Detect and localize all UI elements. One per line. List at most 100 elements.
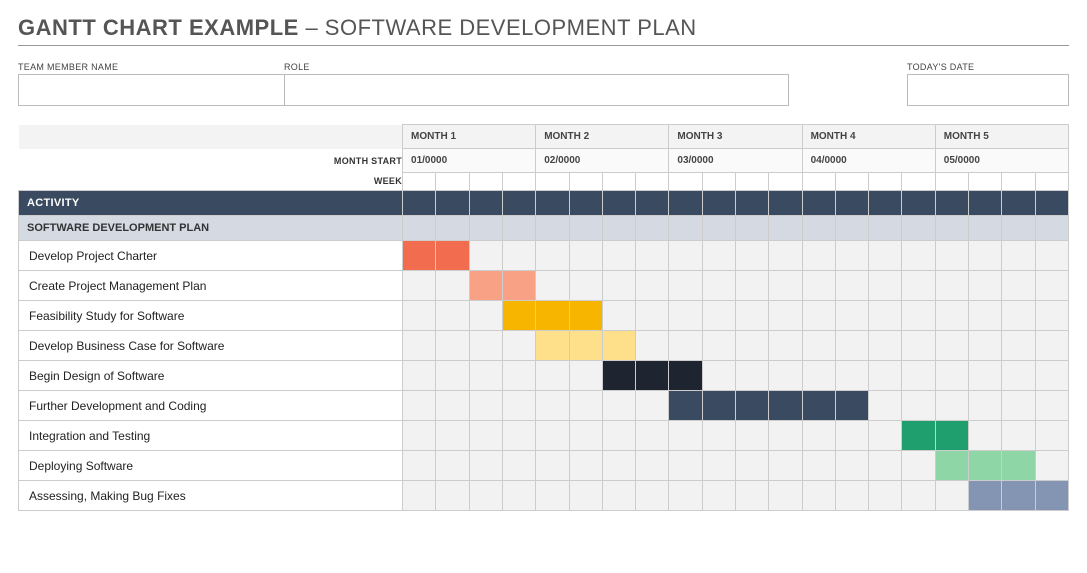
gantt-cell [835, 361, 868, 391]
gantt-cell [669, 241, 702, 271]
week-cell [869, 173, 902, 191]
week-cell [735, 173, 768, 191]
gantt-cell [1002, 271, 1035, 301]
gantt-cell [469, 451, 502, 481]
gantt-cell [536, 481, 569, 511]
gantt-cell [935, 271, 968, 301]
gantt-cell [1002, 301, 1035, 331]
gantt-cell [769, 271, 802, 301]
gantt-cell [469, 301, 502, 331]
gantt-cell [403, 481, 436, 511]
activity-header-cell [536, 191, 569, 216]
gantt-cell [469, 481, 502, 511]
gantt-cell [569, 451, 602, 481]
gantt-cell [735, 421, 768, 451]
gantt-bar-cell [569, 301, 602, 331]
gantt-cell [902, 451, 935, 481]
title-rest: – SOFTWARE DEVELOPMENT PLAN [299, 15, 697, 40]
gantt-body: MONTH 1MONTH 2MONTH 3MONTH 4MONTH 5MONTH… [19, 125, 1069, 511]
gantt-bar-cell [436, 241, 469, 271]
gantt-cell [835, 421, 868, 451]
date-input[interactable] [907, 74, 1069, 106]
activity-header-cell [669, 191, 702, 216]
gantt-cell [935, 241, 968, 271]
gantt-cell [636, 331, 669, 361]
gantt-cell [869, 241, 902, 271]
gantt-cell [735, 331, 768, 361]
gantt-cell [969, 361, 1002, 391]
section-cell [569, 216, 602, 241]
gantt-cell [569, 361, 602, 391]
activity-header-cell [602, 191, 635, 216]
name-input[interactable] [18, 74, 284, 106]
task-label: Assessing, Making Bug Fixes [19, 481, 403, 511]
task-row: Create Project Management Plan [19, 271, 1069, 301]
section-cell [935, 216, 968, 241]
gantt-cell [602, 301, 635, 331]
gantt-cell [536, 421, 569, 451]
gantt-cell [636, 301, 669, 331]
gantt-cell [436, 301, 469, 331]
gantt-cell [835, 481, 868, 511]
activity-header-cell [802, 191, 835, 216]
week-cell [1035, 173, 1068, 191]
gantt-cell [403, 451, 436, 481]
section-cell [969, 216, 1002, 241]
gantt-cell [869, 481, 902, 511]
gantt-bar-cell [569, 331, 602, 361]
week-cell [802, 173, 835, 191]
section-cell [602, 216, 635, 241]
gantt-cell [802, 421, 835, 451]
week-cell [602, 173, 635, 191]
gantt-cell [502, 421, 535, 451]
name-label: TEAM MEMBER NAME [18, 62, 284, 72]
activity-header-cell [569, 191, 602, 216]
section-cell [869, 216, 902, 241]
gantt-cell [702, 361, 735, 391]
gantt-cell [735, 241, 768, 271]
section-cell [636, 216, 669, 241]
activity-header-cell [702, 191, 735, 216]
section-cell [902, 216, 935, 241]
gantt-cell [502, 331, 535, 361]
gantt-cell [969, 391, 1002, 421]
section-cell [1035, 216, 1068, 241]
gantt-cell [835, 241, 868, 271]
month-start-date: 03/0000 [669, 149, 802, 173]
gantt-bar-cell [636, 361, 669, 391]
role-input[interactable] [284, 74, 789, 106]
gantt-cell [802, 331, 835, 361]
gantt-cell [436, 331, 469, 361]
gantt-cell [1035, 421, 1068, 451]
section-cell [802, 216, 835, 241]
gantt-bar-cell [969, 481, 1002, 511]
gantt-cell [636, 421, 669, 451]
gantt-cell [735, 481, 768, 511]
gantt-cell [569, 391, 602, 421]
gantt-bar-cell [1002, 481, 1035, 511]
gantt-cell [702, 481, 735, 511]
gantt-table: MONTH 1MONTH 2MONTH 3MONTH 4MONTH 5MONTH… [18, 124, 1069, 511]
week-cell [469, 173, 502, 191]
gantt-cell [502, 241, 535, 271]
activity-header-cell [436, 191, 469, 216]
gantt-cell [1035, 271, 1068, 301]
gantt-cell [869, 391, 902, 421]
month-start-date: 05/0000 [935, 149, 1068, 173]
gantt-cell [403, 331, 436, 361]
task-row: Integration and Testing [19, 421, 1069, 451]
gantt-cell [669, 451, 702, 481]
task-label: Integration and Testing [19, 421, 403, 451]
gantt-cell [702, 331, 735, 361]
gantt-cell [902, 391, 935, 421]
gantt-cell [403, 301, 436, 331]
gantt-cell [769, 451, 802, 481]
gantt-cell [702, 271, 735, 301]
gantt-cell [769, 481, 802, 511]
gantt-cell [469, 391, 502, 421]
gantt-cell [869, 451, 902, 481]
gantt-cell [602, 451, 635, 481]
gantt-cell [869, 421, 902, 451]
title-bold: GANTT CHART EXAMPLE [18, 15, 299, 40]
gantt-cell [969, 421, 1002, 451]
